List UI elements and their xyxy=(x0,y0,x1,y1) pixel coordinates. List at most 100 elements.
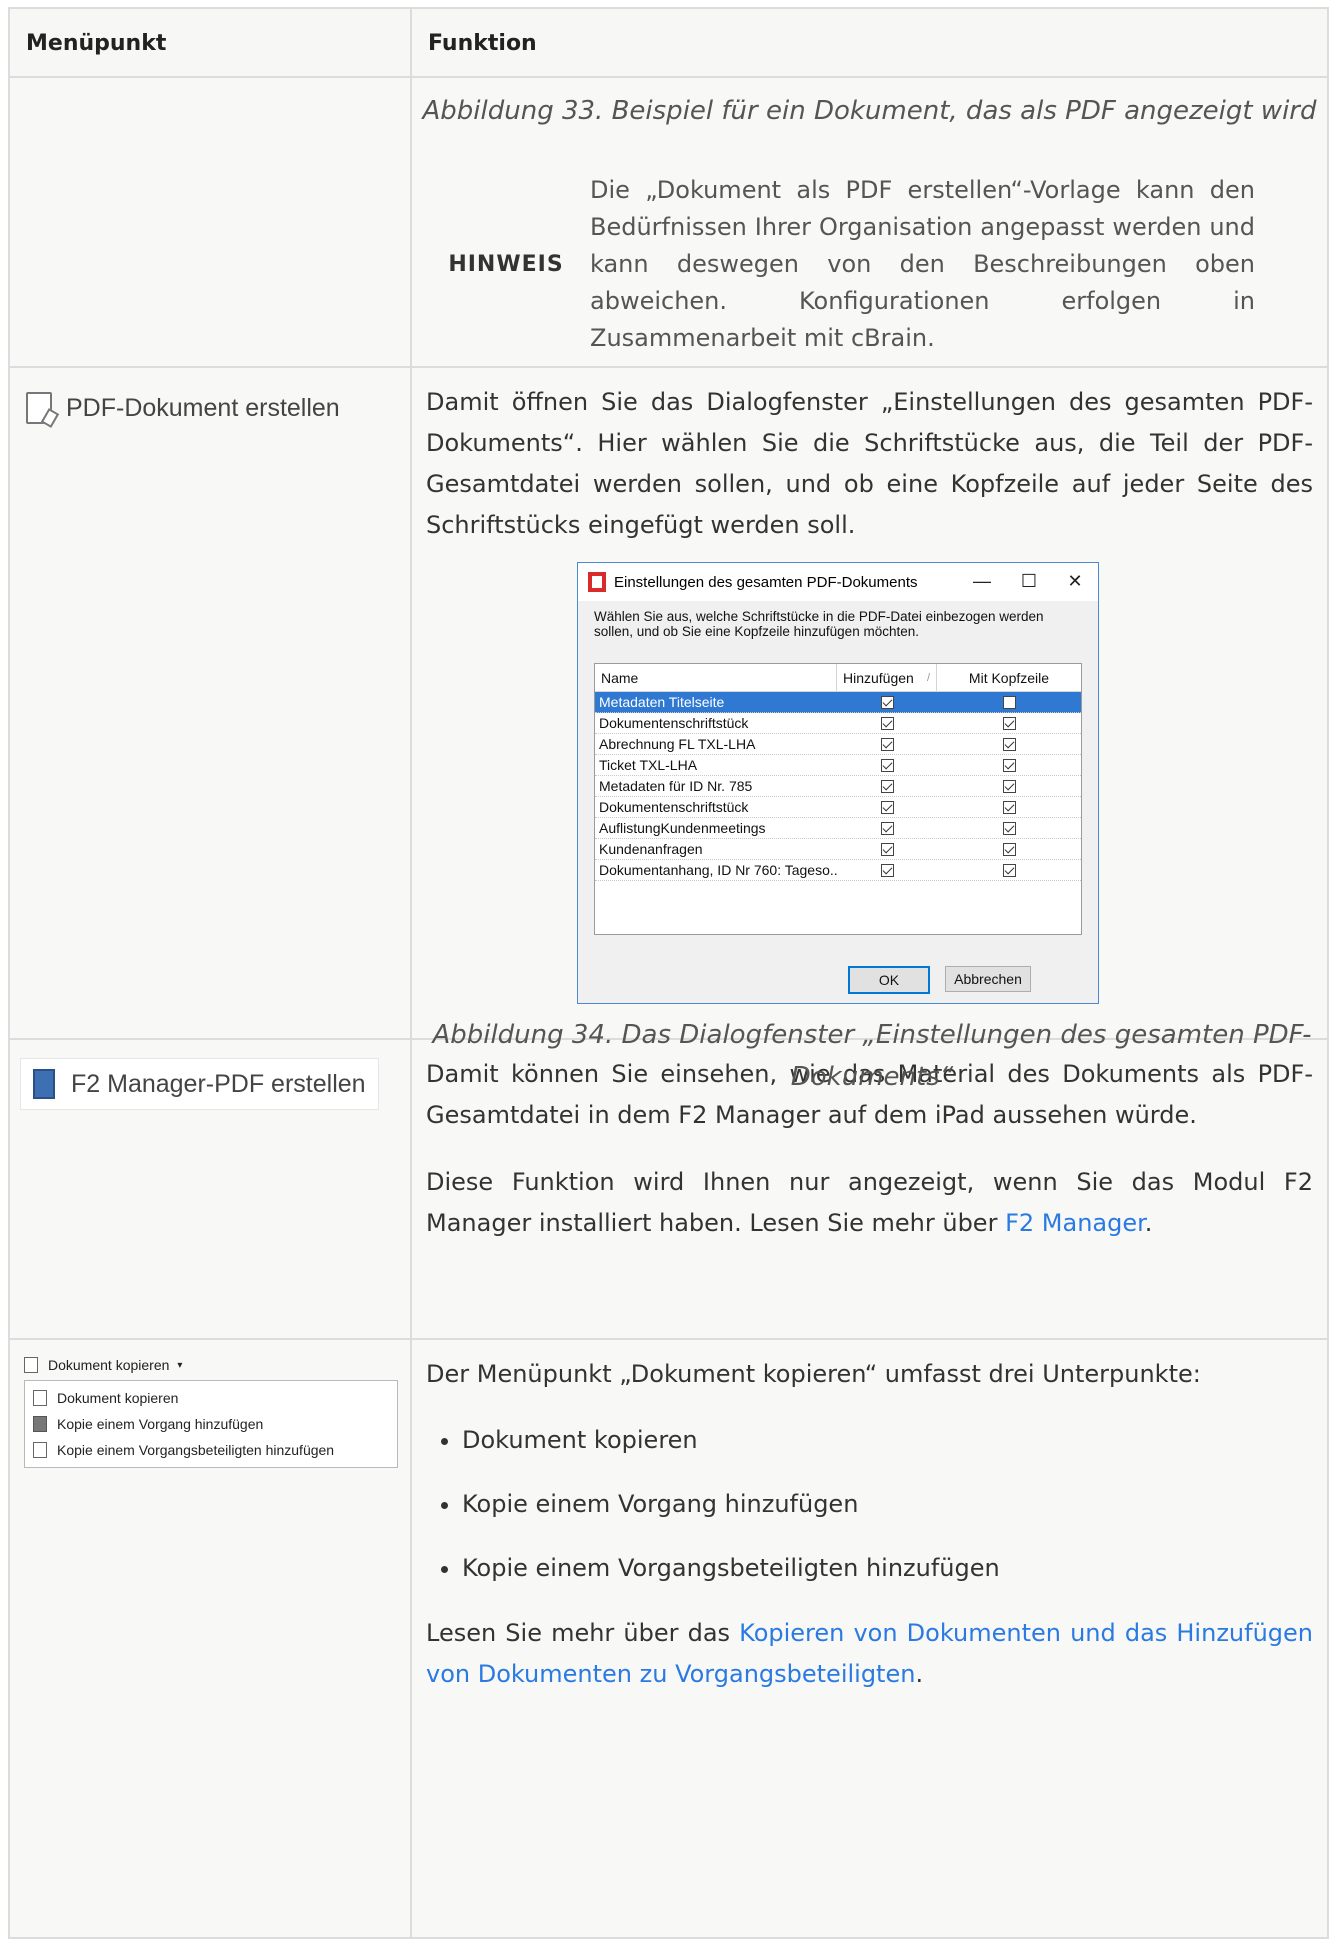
add-checkbox[interactable] xyxy=(880,842,894,856)
grid-row[interactable]: Dokumentenschriftstück xyxy=(595,713,1081,734)
add-checkbox[interactable] xyxy=(880,863,894,877)
grid-cell-add xyxy=(837,737,937,751)
menu-item-label: Dokument kopieren xyxy=(57,1390,179,1406)
column-header[interactable]: Mit Kopfzeile xyxy=(937,664,1081,691)
header-checkbox[interactable] xyxy=(1002,821,1016,835)
grid-cell-header xyxy=(937,863,1081,877)
paragraph: Diese Funktion wird Ihnen nur angezeigt,… xyxy=(426,1162,1313,1244)
grid-cell-add xyxy=(837,821,937,835)
f2-manager-link[interactable]: F2 Manager xyxy=(1005,1209,1145,1237)
paragraph: Lesen Sie mehr über das Kopieren von Dok… xyxy=(426,1613,1313,1695)
copy-icon xyxy=(24,1357,38,1373)
grid-cell-add xyxy=(837,716,937,730)
minimize-button[interactable]: — xyxy=(971,571,993,592)
menu-item-label: Kopie einem Vorgang hinzufügen xyxy=(57,1416,264,1432)
sort-icon: / xyxy=(926,671,930,684)
document-export-icon xyxy=(26,392,52,424)
grid-cell-name: Ticket TXL-LHA xyxy=(599,757,698,773)
menu-item-add-to-case[interactable]: Kopie einem Vorgang hinzufügen xyxy=(25,1411,397,1437)
copy-document-dropdown-button[interactable]: Dokument kopieren ▾ xyxy=(24,1352,410,1378)
menu-item-add-to-party[interactable]: Kopie einem Vorgangsbeteiligten hinzufüg… xyxy=(25,1437,397,1463)
grid-row[interactable]: Ticket TXL-LHA xyxy=(595,755,1081,776)
grid-row[interactable]: Kundenanfragen xyxy=(595,839,1081,860)
chevron-down-icon: ▾ xyxy=(177,1359,183,1371)
header-checkbox[interactable] xyxy=(1002,863,1016,877)
grid-row[interactable]: AuflistungKundenmeetings xyxy=(595,818,1081,839)
grid-cell-header xyxy=(937,779,1081,793)
grid-row[interactable]: Dokumentanhang, ID Nr 760: Tageso... xyxy=(595,860,1081,881)
grid-cell-add xyxy=(837,800,937,814)
add-checkbox[interactable] xyxy=(880,695,894,709)
grid-cell-name: Abrechnung FL TXL-LHA xyxy=(599,736,756,752)
grid-row[interactable]: Abrechnung FL TXL-LHA xyxy=(595,734,1081,755)
menu-item-f2-manager-pdf: F2 Manager-PDF erstellen xyxy=(20,1058,379,1110)
list-item: Kopie einem Vorgangsbeteiligten hinzufüg… xyxy=(462,1549,1313,1587)
column-name[interactable]: Name xyxy=(595,664,837,691)
document-grid: Name Hinzufügen / Mit Kopfzeile Metadate… xyxy=(594,663,1082,935)
header-checkbox[interactable] xyxy=(1002,716,1016,730)
grid-cell-name: Dokumentenschriftstück xyxy=(599,715,749,731)
cancel-button[interactable]: Abbrechen xyxy=(945,966,1031,992)
menu-item-label: F2 Manager-PDF erstellen xyxy=(71,1069,366,1098)
grid-cell-header xyxy=(937,695,1081,709)
menu-cell: PDF-Dokument erstellen xyxy=(8,366,412,1040)
case-icon xyxy=(33,1416,47,1432)
grid-cell-name: Dokumentenschriftstück xyxy=(599,799,749,815)
note-text: Die „Dokument als PDF erstellen“-Vorlage… xyxy=(590,176,1255,352)
paragraph: Der Menüpunkt „Dokument kopieren“ umfass… xyxy=(426,1360,1201,1388)
grid-cell-add xyxy=(837,842,937,856)
function-table: Menüpunkt Funktion Abbildung 33. Beispie… xyxy=(8,7,1329,1939)
add-checkbox[interactable] xyxy=(880,779,894,793)
menu-item-label: Kopie einem Vorgangsbeteiligten hinzufüg… xyxy=(57,1442,335,1458)
add-checkbox[interactable] xyxy=(880,716,894,730)
bullet-list: Dokument kopieren Kopie einem Vorgang hi… xyxy=(426,1421,1313,1587)
column-add[interactable]: Hinzufügen / xyxy=(837,664,937,691)
pdf-icon xyxy=(588,572,606,592)
grid-cell-name: Dokumentanhang, ID Nr 760: Tageso... xyxy=(599,862,837,878)
table-header-row: Menüpunkt Funktion xyxy=(8,7,1329,78)
paragraph: Damit öffnen Sie das Dialogfenster „Eins… xyxy=(426,388,1313,539)
grid-cell-header xyxy=(937,716,1081,730)
add-checkbox[interactable] xyxy=(880,821,894,835)
header-checkbox[interactable] xyxy=(1002,842,1016,856)
grid-row[interactable]: Metadaten für ID Nr. 785 xyxy=(595,776,1081,797)
grid-cell-header xyxy=(937,737,1081,751)
grid-cell-name: Metadaten Titelseite xyxy=(599,694,725,710)
header-checkbox[interactable] xyxy=(1002,695,1016,709)
menu-item-copy-document[interactable]: Dokument kopieren xyxy=(25,1385,397,1411)
menu-cell: F2 Manager-PDF erstellen xyxy=(8,1038,412,1340)
add-checkbox[interactable] xyxy=(880,800,894,814)
column-add-label: Hinzufügen xyxy=(843,669,914,686)
copy-dropdown-list: Dokument kopieren Kopie einem Vorgang hi… xyxy=(24,1380,398,1468)
header-checkbox[interactable] xyxy=(1002,737,1016,751)
add-checkbox[interactable] xyxy=(880,737,894,751)
text-span: . xyxy=(915,1660,924,1688)
text-span: Lesen Sie mehr über das xyxy=(426,1619,740,1647)
table-row: PDF-Dokument erstellen Damit öffnen Sie … xyxy=(8,366,1329,1092)
figure-caption-33: Abbildung 33. Beispiel für ein Dokument,… xyxy=(422,96,1317,126)
menu-cell-empty xyxy=(8,76,412,368)
maximize-button[interactable]: ☐ xyxy=(1018,571,1040,592)
grid-cell-header xyxy=(937,821,1081,835)
header-menupunkt: Menüpunkt xyxy=(8,7,412,78)
grid-rows: Metadaten Titelseite Dokumentenschriftstü… xyxy=(595,692,1081,881)
copy-document-menu: Dokument kopieren ▾ Dokument kopieren Ko… xyxy=(10,1340,410,1468)
text-span: Diese Funktion wird Ihnen nur angezeigt,… xyxy=(426,1168,1313,1237)
copy-button-label: Dokument kopieren xyxy=(48,1357,170,1373)
header-checkbox[interactable] xyxy=(1002,758,1016,772)
party-document-icon xyxy=(33,1442,47,1458)
note-label: HINWEIS xyxy=(448,252,564,277)
grid-cell-name: Kundenanfragen xyxy=(599,841,703,857)
grid-row[interactable]: Dokumentenschriftstück xyxy=(595,797,1081,818)
header-checkbox[interactable] xyxy=(1002,779,1016,793)
close-button[interactable]: ✕ xyxy=(1064,571,1086,592)
grid-cell-add xyxy=(837,779,937,793)
function-cell: Abbildung 33. Beispiel für ein Dokument,… xyxy=(410,76,1329,368)
header-checkbox[interactable] xyxy=(1002,800,1016,814)
table-row: Abbildung 33. Beispiel für ein Dokument,… xyxy=(8,76,1329,368)
grid-row[interactable]: Metadaten Titelseite xyxy=(595,692,1081,713)
menu-item-label: PDF-Dokument erstellen xyxy=(66,393,340,422)
function-cell: Der Menüpunkt „Dokument kopieren“ umfass… xyxy=(410,1338,1329,1939)
ok-button[interactable]: OK xyxy=(848,966,930,994)
add-checkbox[interactable] xyxy=(880,758,894,772)
